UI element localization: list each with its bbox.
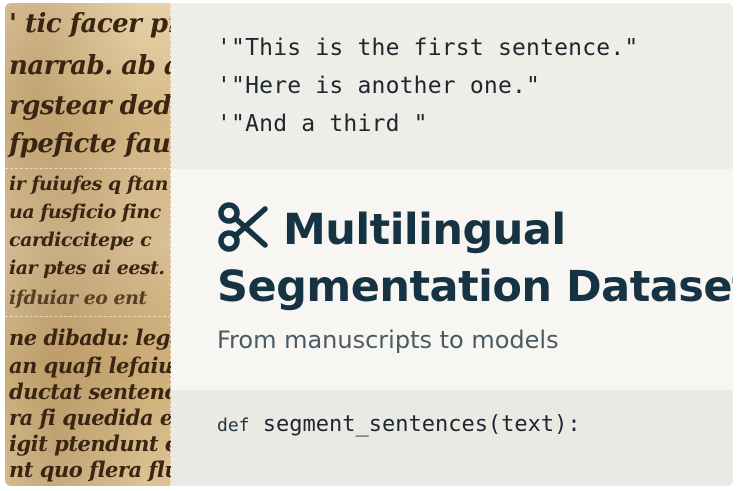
manuscript-line: rgstear ded xyxy=(9,91,171,121)
manuscript-line: nt quo flera flu xyxy=(9,457,171,482)
manuscript-line: an quafi lefaiu xyxy=(9,353,171,378)
manuscript-line: ir fuiufes q ftan xyxy=(9,173,168,195)
scissors-icon xyxy=(217,201,283,258)
manuscript-line: cardiccitepe c xyxy=(9,229,152,251)
code-snippet-panel: def segment_sentences(text): xyxy=(171,390,733,486)
page-subtitle: From manuscripts to models xyxy=(217,326,559,354)
sentence-examples-panel: '"This is the first sentence." '"Here is… xyxy=(171,3,733,169)
manuscript-line: narrab. ab a xyxy=(9,51,171,81)
manuscript-line: ifduiar eo ent xyxy=(9,287,147,309)
def-keyword: def xyxy=(217,415,250,436)
hero-title-block: Multilingual Segmentation Dataset From m… xyxy=(217,201,733,354)
manuscript-line: ductat sentence. xyxy=(9,379,171,404)
manuscript-line: iar ptes ai eest. xyxy=(9,257,165,279)
example-sentence: '"And a third " xyxy=(217,111,428,137)
manuscript-line: fpeficte fau xyxy=(9,129,171,159)
dataset-card: ' tic facer pro narrab. ab a rgstear ded… xyxy=(5,3,733,486)
example-sentence: '"This is the first sentence." xyxy=(217,35,639,61)
hero-panel: Multilingual Segmentation Dataset From m… xyxy=(171,169,733,390)
title-row: Multilingual xyxy=(217,201,733,258)
manuscript-line: igit ptendunt e xyxy=(9,431,171,456)
manuscript-line: ne dibadu: lega xyxy=(9,325,171,350)
page-title-line-2: Segmentation Dataset xyxy=(217,262,733,312)
page-title-line-1: Multilingual xyxy=(283,204,566,255)
manuscript-line: ra fi quedida e ti xyxy=(9,405,171,430)
manuscript-line: ' tic facer pro xyxy=(9,9,171,39)
manuscript-image: ' tic facer pro narrab. ab a rgstear ded… xyxy=(5,3,171,486)
function-name: segment_sentences(text): xyxy=(262,412,581,437)
function-signature: def segment_sentences(text): xyxy=(217,412,581,437)
manuscript-line: ua fusficio finc xyxy=(9,201,161,223)
example-sentence: '"Here is another one." xyxy=(217,73,541,99)
